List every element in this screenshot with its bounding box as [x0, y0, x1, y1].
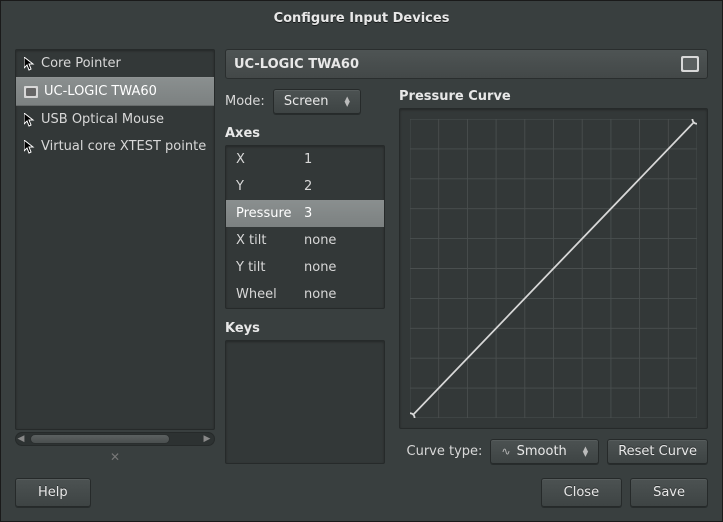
curve-plot[interactable]	[410, 119, 697, 418]
save-button[interactable]: Save	[630, 478, 708, 507]
curve-type-label: Curve type:	[407, 444, 483, 459]
keys-label: Keys	[225, 321, 385, 336]
device-label: USB Optical Mouse	[41, 112, 164, 127]
keys-section: Keys	[225, 321, 385, 464]
cursor-icon	[24, 57, 35, 71]
curve-controls: Curve type: ∿ Smooth ▲▼ Reset Curve	[399, 439, 708, 464]
device-label: Core Pointer	[41, 56, 121, 71]
axes-row[interactable]: Pressure 3	[226, 200, 384, 227]
axis-value: none	[304, 260, 374, 275]
device-header-title: UC-LOGIC TWA60	[234, 57, 359, 72]
axes-table[interactable]: X 1 Y 2 Pressure 3 X tilt	[225, 145, 385, 309]
cursor-icon	[24, 113, 35, 127]
axis-name: Y tilt	[236, 260, 296, 275]
scroll-right-icon[interactable]: ▶	[202, 434, 212, 444]
curve-shape-icon: ∿	[501, 445, 510, 458]
right-pane: UC-LOGIC TWA60 Mode: Screen ▲▼ Axes	[225, 49, 708, 464]
mode-row: Mode: Screen ▲▼	[225, 89, 385, 114]
save-label: Save	[653, 485, 685, 500]
content-area: Core Pointer UC-LOGIC TWA60 USB Optical …	[1, 35, 722, 464]
keys-list[interactable]	[225, 340, 385, 464]
device-label: UC-LOGIC TWA60	[44, 84, 157, 99]
device-list[interactable]: Core Pointer UC-LOGIC TWA60 USB Optical …	[15, 49, 215, 430]
device-header: UC-LOGIC TWA60	[225, 49, 708, 79]
mode-value: Screen	[284, 94, 329, 109]
scroll-left-icon[interactable]: ◀	[16, 434, 26, 444]
axis-value: 2	[304, 179, 374, 194]
close-label: Close	[564, 485, 599, 500]
axis-value: none	[304, 233, 374, 248]
spin-arrows-icon: ▲▼	[583, 447, 588, 457]
help-button[interactable]: Help	[15, 478, 91, 507]
curve-type-value: Smooth	[517, 444, 567, 459]
axis-name: Wheel	[236, 287, 296, 302]
device-item-core-pointer[interactable]: Core Pointer	[16, 50, 214, 77]
reset-curve-button[interactable]: Reset Curve	[607, 439, 708, 464]
axes-label: Axes	[225, 126, 385, 141]
axes-row[interactable]: Wheel none	[226, 281, 384, 308]
cursor-icon	[24, 140, 35, 154]
axis-name: Y	[236, 179, 296, 194]
mode-label: Mode:	[225, 94, 265, 109]
dialog-footer: Help Close Save	[1, 464, 722, 521]
right-body: Mode: Screen ▲▼ Axes X 1 Y	[225, 79, 708, 464]
device-item-xtest[interactable]: Virtual core XTEST pointe	[16, 133, 214, 160]
curve-column: Pressure Curve	[399, 89, 708, 464]
axis-name: X	[236, 152, 296, 167]
mode-combo[interactable]: Screen ▲▼	[273, 89, 361, 114]
device-label: Virtual core XTEST pointe	[41, 139, 206, 154]
pressure-curve-label: Pressure Curve	[399, 89, 708, 104]
axes-row[interactable]: Y 2	[226, 173, 384, 200]
tablet-icon	[681, 56, 699, 72]
axes-row[interactable]: Y tilt none	[226, 254, 384, 281]
axes-row[interactable]: X tilt none	[226, 227, 384, 254]
axis-value: 3	[304, 206, 374, 221]
axis-value: none	[304, 287, 374, 302]
device-item-usb-mouse[interactable]: USB Optical Mouse	[16, 106, 214, 133]
close-button[interactable]: Close	[541, 478, 622, 507]
device-item-uc-logic[interactable]: UC-LOGIC TWA60	[16, 77, 214, 106]
tablet-icon	[24, 86, 38, 98]
horizontal-scrollbar[interactable]: ◀ ▶	[15, 432, 215, 446]
axis-value: 1	[304, 152, 374, 167]
settings-column: Mode: Screen ▲▼ Axes X 1 Y	[225, 89, 385, 464]
left-pane: Core Pointer UC-LOGIC TWA60 USB Optical …	[15, 49, 215, 464]
help-label: Help	[38, 485, 68, 500]
titlebar: Configure Input Devices	[1, 1, 722, 35]
axis-name: Pressure	[236, 206, 296, 221]
pressure-curve-editor[interactable]	[399, 108, 708, 429]
spin-arrows-icon: ▲▼	[345, 97, 350, 107]
dialog-window: Configure Input Devices Core Pointer UC-…	[0, 0, 723, 522]
remove-device-icon[interactable]: ✕	[15, 450, 215, 464]
axis-name: X tilt	[236, 233, 296, 248]
reset-curve-label: Reset Curve	[618, 444, 697, 459]
curve-type-combo[interactable]: ∿ Smooth ▲▼	[490, 439, 599, 464]
footer-right: Close Save	[541, 478, 708, 507]
window-title: Configure Input Devices	[274, 11, 450, 26]
scrollbar-thumb[interactable]	[30, 434, 170, 444]
axes-row[interactable]: X 1	[226, 146, 384, 173]
